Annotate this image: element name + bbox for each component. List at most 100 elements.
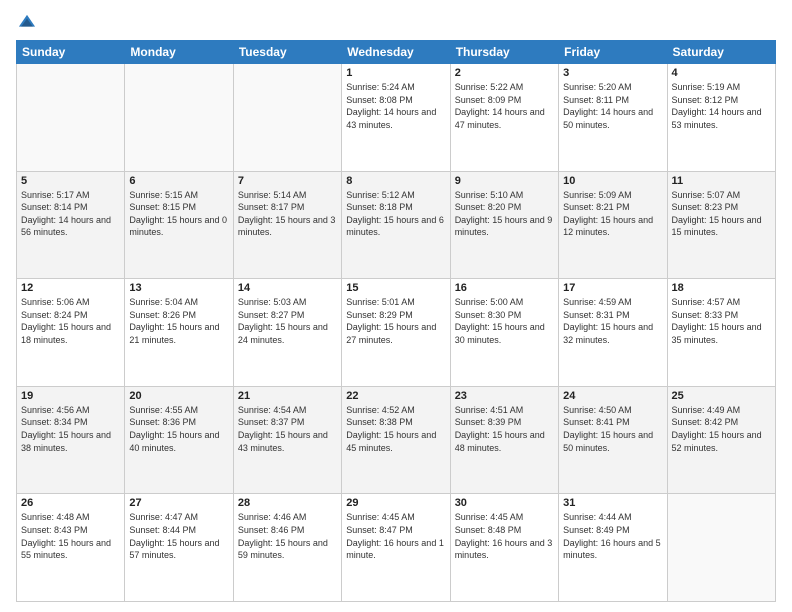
col-header-sunday: Sunday [17,41,125,64]
day-number: 20 [129,390,228,402]
col-header-saturday: Saturday [667,41,775,64]
day-number: 23 [455,390,554,402]
calendar-cell: 27Sunrise: 4:47 AMSunset: 8:44 PMDayligh… [125,494,233,602]
day-info: Sunrise: 5:19 AMSunset: 8:12 PMDaylight:… [672,81,771,131]
calendar-cell: 22 Sunrise: 4:52 AMSunset: 8:38 PMDayligh… [342,386,450,494]
day-info: Sunrise: 4:50 AMSunset: 8:41 PMDaylight:… [563,404,662,454]
day-info: Sunrise: 5:01 AMSunset: 8:29 PMDaylight:… [346,296,445,346]
day-number: 9 [455,175,554,187]
day-info: Sunrise: 5:24 AMSunset: 8:08 PMDaylight:… [346,81,445,131]
day-number: 29 [346,497,445,509]
calendar-cell: 8 Sunrise: 5:12 AMSunset: 8:18 PMDaylight… [342,171,450,279]
day-info: Sunrise: 4:46 AMSunset: 8:46 PMDaylight:… [238,511,337,561]
day-number: 11 [672,175,771,187]
day-info: Sunrise: 4:55 AMSunset: 8:36 PMDaylight:… [129,404,228,454]
day-info: Sunrise: 5:04 AMSunset: 8:26 PMDaylight:… [129,296,228,346]
col-header-monday: Monday [125,41,233,64]
day-number: 19 [21,390,120,402]
calendar-cell [667,494,775,602]
calendar-cell: 24 Sunrise: 4:50 AMSunset: 8:41 PMDayligh… [559,386,667,494]
day-number: 21 [238,390,337,402]
day-info: Sunrise: 5:10 AMSunset: 8:20 PMDaylight:… [455,189,554,239]
day-number: 4 [672,67,771,79]
day-number: 30 [455,497,554,509]
day-info: Sunrise: 5:22 AMSunset: 8:09 PMDaylight:… [455,81,554,131]
day-info: Sunrise: 5:06 AMSunset: 8:24 PMDaylight:… [21,296,120,346]
day-info: Sunrise: 5:00 AMSunset: 8:30 PMDaylight:… [455,296,554,346]
calendar-cell: 21 Sunrise: 4:54 AMSunset: 8:37 PMDayligh… [233,386,341,494]
calendar-cell: 14 Sunrise: 5:03 AMSunset: 8:27 PMDayligh… [233,279,341,387]
calendar-cell: 31 Sunrise: 4:44 AMSunset: 8:49 PMDayligh… [559,494,667,602]
day-info: Sunrise: 4:45 AMSunset: 8:47 PMDaylight:… [346,511,445,561]
day-number: 14 [238,282,337,294]
calendar-cell: 1 Sunrise: 5:24 AMSunset: 8:08 PMDaylight… [342,64,450,172]
logo-icon [16,12,38,34]
calendar-cell: 10Sunrise: 5:09 AMSunset: 8:21 PMDayligh… [559,171,667,279]
calendar-cell: 4 Sunrise: 5:19 AMSunset: 8:12 PMDaylight… [667,64,775,172]
calendar-cell: 3 Sunrise: 5:20 AMSunset: 8:11 PMDaylight… [559,64,667,172]
calendar-cell: 28 Sunrise: 4:46 AMSunset: 8:46 PMDayligh… [233,494,341,602]
calendar-cell [125,64,233,172]
day-info: Sunrise: 5:03 AMSunset: 8:27 PMDaylight:… [238,296,337,346]
calendar-cell: 12 Sunrise: 5:06 AMSunset: 8:24 PMDayligh… [17,279,125,387]
day-number: 22 [346,390,445,402]
day-info: Sunrise: 4:59 AMSunset: 8:31 PMDaylight:… [563,296,662,346]
day-info: Sunrise: 5:17 AMSunset: 8:14 PMDaylight:… [21,189,120,239]
calendar-cell: 17 Sunrise: 4:59 AMSunset: 8:31 PMDayligh… [559,279,667,387]
day-info: Sunrise: 4:48 AMSunset: 8:43 PMDaylight:… [21,511,120,561]
calendar-table: SundayMondayTuesdayWednesdayThursdayFrid… [16,40,776,602]
calendar-cell: 30 Sunrise: 4:45 AMSunset: 8:48 PMDayligh… [450,494,558,602]
day-number: 27 [129,497,228,509]
day-info: Sunrise: 4:54 AMSunset: 8:37 PMDaylight:… [238,404,337,454]
calendar-cell: 19 Sunrise: 4:56 AMSunset: 8:34 PMDayligh… [17,386,125,494]
day-number: 8 [346,175,445,187]
day-info: Sunrise: 5:07 AMSunset: 8:23 PMDaylight:… [672,189,771,239]
day-info: Sunrise: 4:56 AMSunset: 8:34 PMDaylight:… [21,404,120,454]
day-number: 17 [563,282,662,294]
day-number: 18 [672,282,771,294]
day-info: Sunrise: 4:52 AMSunset: 8:38 PMDaylight:… [346,404,445,454]
day-number: 1 [346,67,445,79]
calendar-cell: 18 Sunrise: 4:57 AMSunset: 8:33 PMDayligh… [667,279,775,387]
calendar-cell: 13Sunrise: 5:04 AMSunset: 8:26 PMDayligh… [125,279,233,387]
day-number: 5 [21,175,120,187]
calendar-cell: 6 Sunrise: 5:15 AMSunset: 8:15 PMDaylight… [125,171,233,279]
day-number: 3 [563,67,662,79]
calendar-cell: 26 Sunrise: 4:48 AMSunset: 8:43 PMDayligh… [17,494,125,602]
calendar-cell: 11 Sunrise: 5:07 AMSunset: 8:23 PMDayligh… [667,171,775,279]
calendar-cell: 7Sunrise: 5:14 AMSunset: 8:17 PMDaylight… [233,171,341,279]
day-number: 28 [238,497,337,509]
day-number: 12 [21,282,120,294]
calendar-cell [233,64,341,172]
day-number: 2 [455,67,554,79]
calendar-cell: 15 Sunrise: 5:01 AMSunset: 8:29 PMDayligh… [342,279,450,387]
calendar-cell: 2 Sunrise: 5:22 AMSunset: 8:09 PMDaylight… [450,64,558,172]
day-number: 15 [346,282,445,294]
day-number: 31 [563,497,662,509]
calendar-cell: 29 Sunrise: 4:45 AMSunset: 8:47 PMDayligh… [342,494,450,602]
day-info: Sunrise: 5:20 AMSunset: 8:11 PMDaylight:… [563,81,662,131]
day-info: Sunrise: 5:15 AMSunset: 8:15 PMDaylight:… [129,189,228,239]
col-header-thursday: Thursday [450,41,558,64]
page: SundayMondayTuesdayWednesdayThursdayFrid… [0,0,792,612]
day-number: 16 [455,282,554,294]
calendar-cell: 5 Sunrise: 5:17 AMSunset: 8:14 PMDaylight… [17,171,125,279]
col-header-tuesday: Tuesday [233,41,341,64]
day-number: 26 [21,497,120,509]
calendar-cell: 20 Sunrise: 4:55 AMSunset: 8:36 PMDayligh… [125,386,233,494]
day-number: 10 [563,175,662,187]
day-info: Sunrise: 5:12 AMSunset: 8:18 PMDaylight:… [346,189,445,239]
calendar-cell: 25 Sunrise: 4:49 AMSunset: 8:42 PMDayligh… [667,386,775,494]
day-info: Sunrise: 4:57 AMSunset: 8:33 PMDaylight:… [672,296,771,346]
day-number: 24 [563,390,662,402]
calendar-cell: 16 Sunrise: 5:00 AMSunset: 8:30 PMDayligh… [450,279,558,387]
day-number: 6 [129,175,228,187]
day-info: Sunrise: 4:51 AMSunset: 8:39 PMDaylight:… [455,404,554,454]
day-info: Sunrise: 4:49 AMSunset: 8:42 PMDaylight:… [672,404,771,454]
day-number: 25 [672,390,771,402]
col-header-friday: Friday [559,41,667,64]
day-info: Sunrise: 4:44 AMSunset: 8:49 PMDaylight:… [563,511,662,561]
calendar-cell [17,64,125,172]
day-number: 7 [238,175,337,187]
day-info: Sunrise: 4:45 AMSunset: 8:48 PMDaylight:… [455,511,554,561]
